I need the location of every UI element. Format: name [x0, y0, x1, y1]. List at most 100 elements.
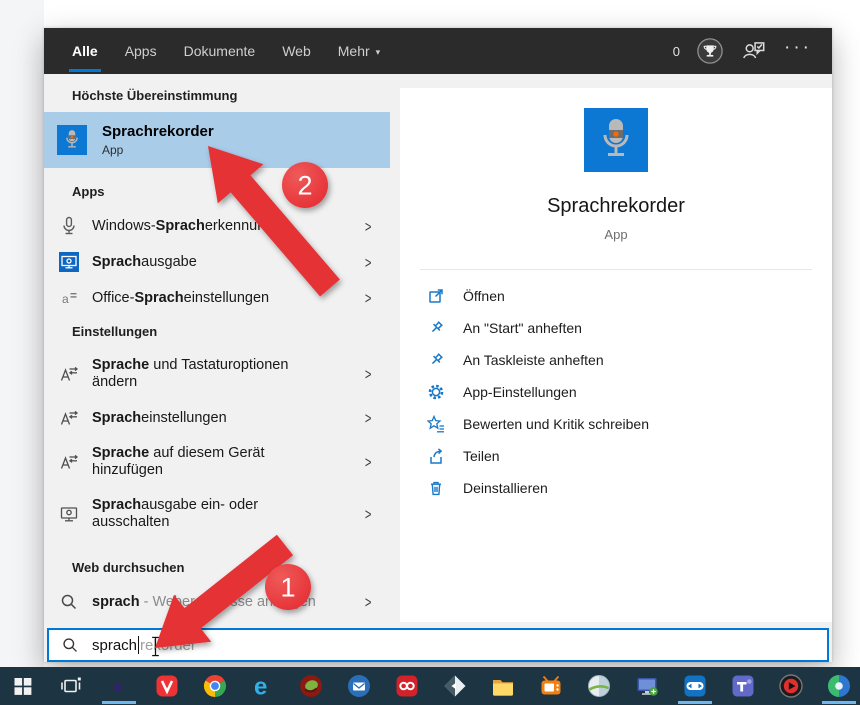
taskbar-button[interactable]: [586, 667, 612, 705]
section-apps: Apps: [44, 182, 390, 202]
result-best-match[interactable]: Sprachrekorder App: [44, 112, 390, 168]
taskbar-button[interactable]: [346, 667, 372, 705]
divider: [420, 269, 812, 270]
taskbar-button[interactable]: [634, 667, 660, 705]
taskbar-button[interactable]: [394, 667, 420, 705]
preview-app-subtitle: App: [604, 227, 627, 242]
start-search-flyout: Alle Apps Dokumente Web Mehr ▾ 0 ··· Höc…: [44, 28, 832, 662]
language-icon: [59, 452, 79, 472]
gear-icon: [427, 383, 445, 401]
task-view-icon: [58, 673, 84, 699]
app-actions: Öffnen An "Start" anheften An Taskleiste…: [400, 280, 832, 504]
office-language-icon: a: [59, 288, 79, 308]
apps-results: Windows-Spracherkennung > Sprachausgabe …: [44, 208, 390, 316]
search-input[interactable]: sprach rekorder: [47, 628, 829, 662]
taskbar-button[interactable]: [154, 667, 180, 705]
search-result-row[interactable]: Spracheinstellungen >: [44, 400, 390, 436]
feedback-icon[interactable]: [740, 37, 768, 65]
webex-icon: [826, 673, 852, 699]
context-action[interactable]: Öffnen: [400, 280, 832, 312]
search-filter-tabs: Alle Apps Dokumente Web Mehr ▾: [72, 28, 380, 74]
media-player-icon: [778, 673, 804, 699]
taskbar-button[interactable]: [298, 667, 324, 705]
chevron-down-icon: ▾: [376, 47, 381, 58]
search-tab[interactable]: Dokumente: [184, 28, 256, 74]
results-panel: Höchste Übereinstimmung Sprachrekorder A…: [44, 74, 390, 628]
taskbar-button[interactable]: [442, 667, 468, 705]
taskbar-button[interactable]: [826, 667, 852, 705]
taskbar-button[interactable]: [106, 667, 132, 705]
context-action[interactable]: An Taskleiste anheften: [400, 344, 832, 376]
file-explorer-icon: [490, 673, 516, 699]
speech-recognition-icon: [59, 216, 79, 236]
taskbar-button[interactable]: [778, 667, 804, 705]
taskbar-button[interactable]: e: [250, 667, 276, 705]
language-icon: [59, 364, 79, 384]
tv-app-icon: [538, 673, 564, 699]
narrator-outline-icon: [59, 504, 79, 524]
teamviewer-icon: [682, 673, 708, 699]
chrome-icon: [202, 673, 228, 699]
taskbar-button[interactable]: [682, 667, 708, 705]
taskbar-button[interactable]: [490, 667, 516, 705]
search-result-row[interactable]: Windows-Spracherkennung >: [44, 208, 390, 244]
context-action[interactable]: Teilen: [400, 440, 832, 472]
search-result-row[interactable]: a Office-Spracheinstellungen >: [44, 280, 390, 316]
taskbar-button[interactable]: [10, 667, 36, 705]
language-icon: [59, 408, 79, 428]
share-icon: [427, 447, 445, 465]
search-result-row[interactable]: Sprachausgabe ein- oder ausschalten >: [44, 488, 390, 540]
context-action[interactable]: Deinstallieren: [400, 472, 832, 504]
preview-app-title: Sprachrekorder: [547, 195, 685, 218]
search-result-row[interactable]: Sprache und Tastaturoptionen ändern >: [44, 348, 390, 400]
adobe-creative-cloud-icon: [394, 673, 420, 699]
search-suggestion-text: rekorder: [140, 637, 196, 654]
chevron-right-icon: >: [365, 409, 372, 427]
context-action[interactable]: App-Einstellungen: [400, 376, 832, 408]
chevron-right-icon: >: [365, 289, 372, 307]
desktop-background: [0, 0, 44, 667]
search-body: Höchste Übereinstimmung Sprachrekorder A…: [44, 74, 832, 628]
chevron-right-icon: >: [365, 365, 372, 383]
search-result-row[interactable]: Sprache auf diesem Gerät hinzufügen >: [44, 436, 390, 488]
context-action[interactable]: An "Start" anheften: [400, 312, 832, 344]
diamond-app-icon: [442, 673, 468, 699]
search-tab[interactable]: Mehr ▾: [338, 28, 380, 74]
search-header: Alle Apps Dokumente Web Mehr ▾ 0 ···: [44, 28, 832, 74]
teams-icon: [730, 673, 756, 699]
taskbar-button[interactable]: [730, 667, 756, 705]
thunderbird-icon: [346, 673, 372, 699]
settings-results: Sprache und Tastaturoptionen ändern > Sp…: [44, 348, 390, 540]
taskbar-button[interactable]: [58, 667, 84, 705]
taskbar-button[interactable]: [202, 667, 228, 705]
section-settings: Einstellungen: [44, 322, 390, 342]
taskbar-button[interactable]: [538, 667, 564, 705]
dragon-browser-icon: [298, 673, 324, 699]
context-action[interactable]: Bewerten und Kritik schreiben: [400, 408, 832, 440]
chevron-right-icon: >: [365, 453, 372, 471]
best-match-subtitle: App: [102, 143, 214, 157]
best-match-title: Sprachrekorder: [102, 123, 214, 140]
firefox-icon: [106, 673, 132, 699]
voice-recorder-tile-icon: [57, 125, 87, 155]
search-typed-text: sprach: [92, 637, 137, 654]
vivaldi-icon: [154, 673, 180, 699]
search-result-row[interactable]: Sprachausgabe >: [44, 244, 390, 280]
rate-icon: [427, 415, 445, 433]
remote-desktop-icon: [634, 673, 660, 699]
ibeam-cursor: [150, 636, 161, 657]
more-options-icon[interactable]: ···: [784, 37, 812, 65]
windows-start-icon: [10, 673, 36, 699]
text-caret: [138, 636, 139, 654]
web-search-icon: [59, 592, 79, 612]
desktop: Alle Apps Dokumente Web Mehr ▾ 0 ··· Höc…: [0, 0, 860, 705]
chevron-right-icon: >: [365, 253, 372, 271]
chevron-right-icon: >: [365, 505, 372, 523]
preview-panel: Sprachrekorder App Öffnen An "Start" anh…: [400, 88, 832, 622]
search-icon: [62, 637, 79, 654]
search-tab[interactable]: Web: [282, 28, 311, 74]
search-tab[interactable]: Apps: [125, 28, 157, 74]
search-tab[interactable]: Alle: [72, 28, 98, 74]
web-search-result-row[interactable]: sprach - Webergebnisse anzeigen >: [44, 584, 390, 620]
rewards-trophy-icon[interactable]: [696, 37, 724, 65]
